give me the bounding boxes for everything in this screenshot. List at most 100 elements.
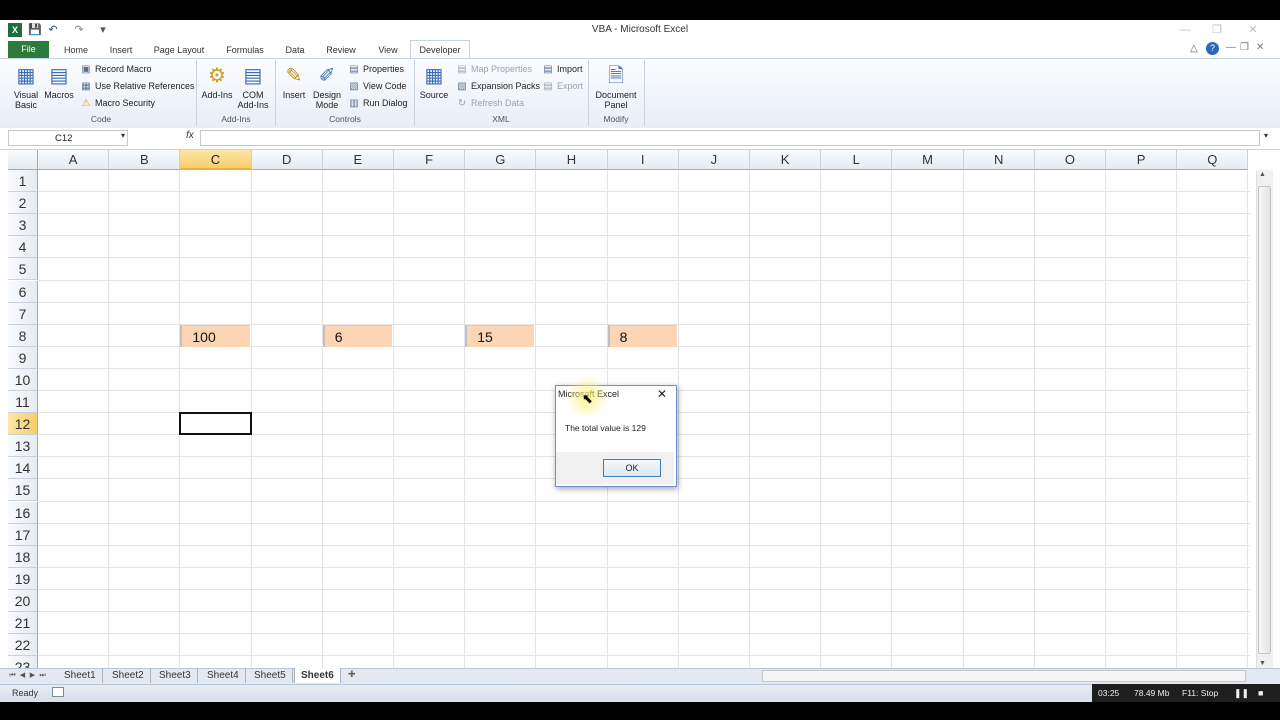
column-header-j[interactable]: J bbox=[678, 150, 750, 170]
column-header-o[interactable]: O bbox=[1034, 150, 1106, 170]
tab-review[interactable]: Review bbox=[320, 42, 362, 58]
tab-view[interactable]: View bbox=[372, 42, 404, 58]
select-all-corner[interactable] bbox=[8, 150, 38, 170]
workbook-restore-icon[interactable]: ❐ bbox=[1240, 42, 1249, 53]
visual-basic-button[interactable]: ▦ Visual Basic bbox=[10, 64, 42, 110]
refresh-data-button[interactable]: ↻ Refresh Data bbox=[456, 96, 524, 110]
row-header-18[interactable]: 18 bbox=[8, 545, 38, 568]
ok-button[interactable]: OK bbox=[603, 459, 661, 477]
pause-icon[interactable]: ❚❚ bbox=[1234, 684, 1249, 702]
help-icon[interactable]: ? bbox=[1206, 42, 1219, 55]
row-header-13[interactable]: 13 bbox=[8, 435, 38, 458]
properties-button[interactable]: ▤ Properties bbox=[348, 62, 404, 76]
row-header-3[interactable]: 3 bbox=[8, 214, 38, 237]
column-header-l[interactable]: L bbox=[821, 150, 893, 170]
column-header-c[interactable]: C bbox=[180, 150, 252, 170]
tab-home[interactable]: Home bbox=[58, 42, 94, 58]
column-header-i[interactable]: I bbox=[607, 150, 679, 170]
column-header-n[interactable]: N bbox=[963, 150, 1035, 170]
first-sheet-icon[interactable]: ⏮ bbox=[8, 670, 17, 682]
tab-developer[interactable]: Developer bbox=[410, 40, 470, 59]
minimize-ribbon-icon[interactable]: △ bbox=[1190, 43, 1198, 54]
column-header-e[interactable]: E bbox=[322, 150, 394, 170]
run-dialog-button[interactable]: ▥ Run Dialog bbox=[348, 96, 407, 110]
tab-data[interactable]: Data bbox=[280, 42, 310, 58]
column-header-h[interactable]: H bbox=[536, 150, 608, 170]
sheet-tab-sheet6[interactable]: Sheet6 bbox=[294, 668, 341, 683]
scroll-down-icon[interactable]: ▼ bbox=[1259, 660, 1266, 667]
last-sheet-icon[interactable]: ⏭ bbox=[38, 670, 47, 682]
column-header-q[interactable]: Q bbox=[1177, 150, 1249, 170]
row-header-19[interactable]: 19 bbox=[8, 567, 38, 590]
source-button[interactable]: ▦ Source bbox=[418, 64, 450, 100]
row-header-8[interactable]: 8 bbox=[8, 324, 38, 347]
expansion-packs-button[interactable]: ▧ Expansion Packs bbox=[456, 79, 540, 93]
design-mode-button[interactable]: ✐ Design Mode bbox=[310, 64, 344, 110]
recorder-stop[interactable]: F11: Stop bbox=[1182, 684, 1218, 702]
export-button[interactable]: ▤ Export bbox=[542, 79, 583, 93]
row-header-5[interactable]: 5 bbox=[8, 258, 38, 281]
message-box-close-icon[interactable]: ✕ bbox=[655, 387, 669, 401]
column-header-g[interactable]: G bbox=[465, 150, 537, 170]
sheet-tab-sheet1[interactable]: Sheet1 bbox=[58, 668, 103, 683]
cell-c8[interactable]: 100 bbox=[180, 324, 250, 347]
workbook-close-icon[interactable]: ✕ bbox=[1256, 42, 1264, 53]
cell-i8[interactable]: 8 bbox=[607, 324, 677, 347]
document-panel-button[interactable]: 🗎 Document Panel bbox=[592, 64, 640, 110]
record-macro-button[interactable]: ▣ Record Macro bbox=[80, 62, 151, 76]
import-button[interactable]: ▤ Import bbox=[542, 62, 582, 76]
cell-e8[interactable]: 6 bbox=[322, 324, 392, 347]
row-header-12[interactable]: 12 bbox=[8, 413, 38, 436]
sheet-tab-sheet5[interactable]: Sheet5 bbox=[248, 668, 293, 683]
row-header-10[interactable]: 10 bbox=[8, 368, 38, 391]
minimize-button[interactable]: — bbox=[1176, 23, 1194, 37]
horizontal-scrollbar[interactable] bbox=[762, 670, 1246, 682]
row-header-6[interactable]: 6 bbox=[8, 280, 38, 303]
column-header-d[interactable]: D bbox=[251, 150, 323, 170]
row-header-22[interactable]: 22 bbox=[8, 634, 38, 657]
sheet-tab-sheet2[interactable]: Sheet2 bbox=[106, 668, 151, 683]
stop-icon[interactable]: ■ bbox=[1258, 684, 1263, 702]
add-ins-button[interactable]: ⚙ Add-Ins bbox=[200, 64, 234, 100]
name-box[interactable]: C12 bbox=[8, 130, 128, 146]
prev-sheet-icon[interactable]: ◀ bbox=[18, 670, 27, 682]
workbook-minimize-icon[interactable]: — bbox=[1226, 42, 1236, 53]
row-header-1[interactable]: 1 bbox=[8, 170, 38, 192]
insert-sheet-icon[interactable]: ✚ bbox=[348, 669, 356, 680]
sheet-tab-sheet3[interactable]: Sheet3 bbox=[153, 668, 198, 683]
column-header-f[interactable]: F bbox=[394, 150, 466, 170]
cell-g8[interactable]: 15 bbox=[465, 324, 535, 347]
com-add-ins-button[interactable]: ▤ COM Add-Ins bbox=[236, 64, 270, 110]
close-button[interactable]: ✕ bbox=[1244, 23, 1262, 37]
tab-page-layout[interactable]: Page Layout bbox=[148, 42, 210, 58]
formula-input[interactable] bbox=[200, 130, 1260, 146]
expand-formula-bar-icon[interactable]: ▾ bbox=[1264, 131, 1268, 140]
column-header-p[interactable]: P bbox=[1106, 150, 1178, 170]
insert-control-button[interactable]: ✎ Insert bbox=[280, 64, 308, 100]
column-header-k[interactable]: K bbox=[750, 150, 822, 170]
macro-record-status-icon[interactable] bbox=[52, 687, 64, 697]
row-header-20[interactable]: 20 bbox=[8, 589, 38, 612]
row-header-15[interactable]: 15 bbox=[8, 479, 38, 502]
column-header-b[interactable]: B bbox=[109, 150, 181, 170]
map-properties-button[interactable]: ▤ Map Properties bbox=[456, 62, 532, 76]
next-sheet-icon[interactable]: ▶ bbox=[28, 670, 37, 682]
row-header-7[interactable]: 7 bbox=[8, 302, 38, 325]
column-header-m[interactable]: M bbox=[892, 150, 964, 170]
row-header-14[interactable]: 14 bbox=[8, 457, 38, 480]
use-relative-references-button[interactable]: ▦ Use Relative References bbox=[80, 79, 194, 93]
tab-formulas[interactable]: Formulas bbox=[220, 42, 270, 58]
sheet-tab-sheet4[interactable]: Sheet4 bbox=[201, 668, 246, 683]
row-header-16[interactable]: 16 bbox=[8, 501, 38, 524]
row-header-17[interactable]: 17 bbox=[8, 523, 38, 546]
view-code-button[interactable]: ▧ View Code bbox=[348, 79, 406, 93]
row-header-2[interactable]: 2 bbox=[8, 192, 38, 215]
vertical-scroll-thumb[interactable] bbox=[1258, 186, 1271, 654]
active-cell[interactable] bbox=[179, 412, 252, 436]
macros-button[interactable]: ▤ Macros bbox=[44, 64, 74, 100]
macro-security-button[interactable]: ⚠ Macro Security bbox=[80, 96, 156, 110]
name-box-dropdown-icon[interactable]: ▾ bbox=[121, 131, 125, 140]
maximize-button[interactable]: ❐ bbox=[1208, 23, 1226, 37]
column-header-a[interactable]: A bbox=[38, 150, 110, 170]
tab-file[interactable]: File bbox=[8, 41, 49, 58]
